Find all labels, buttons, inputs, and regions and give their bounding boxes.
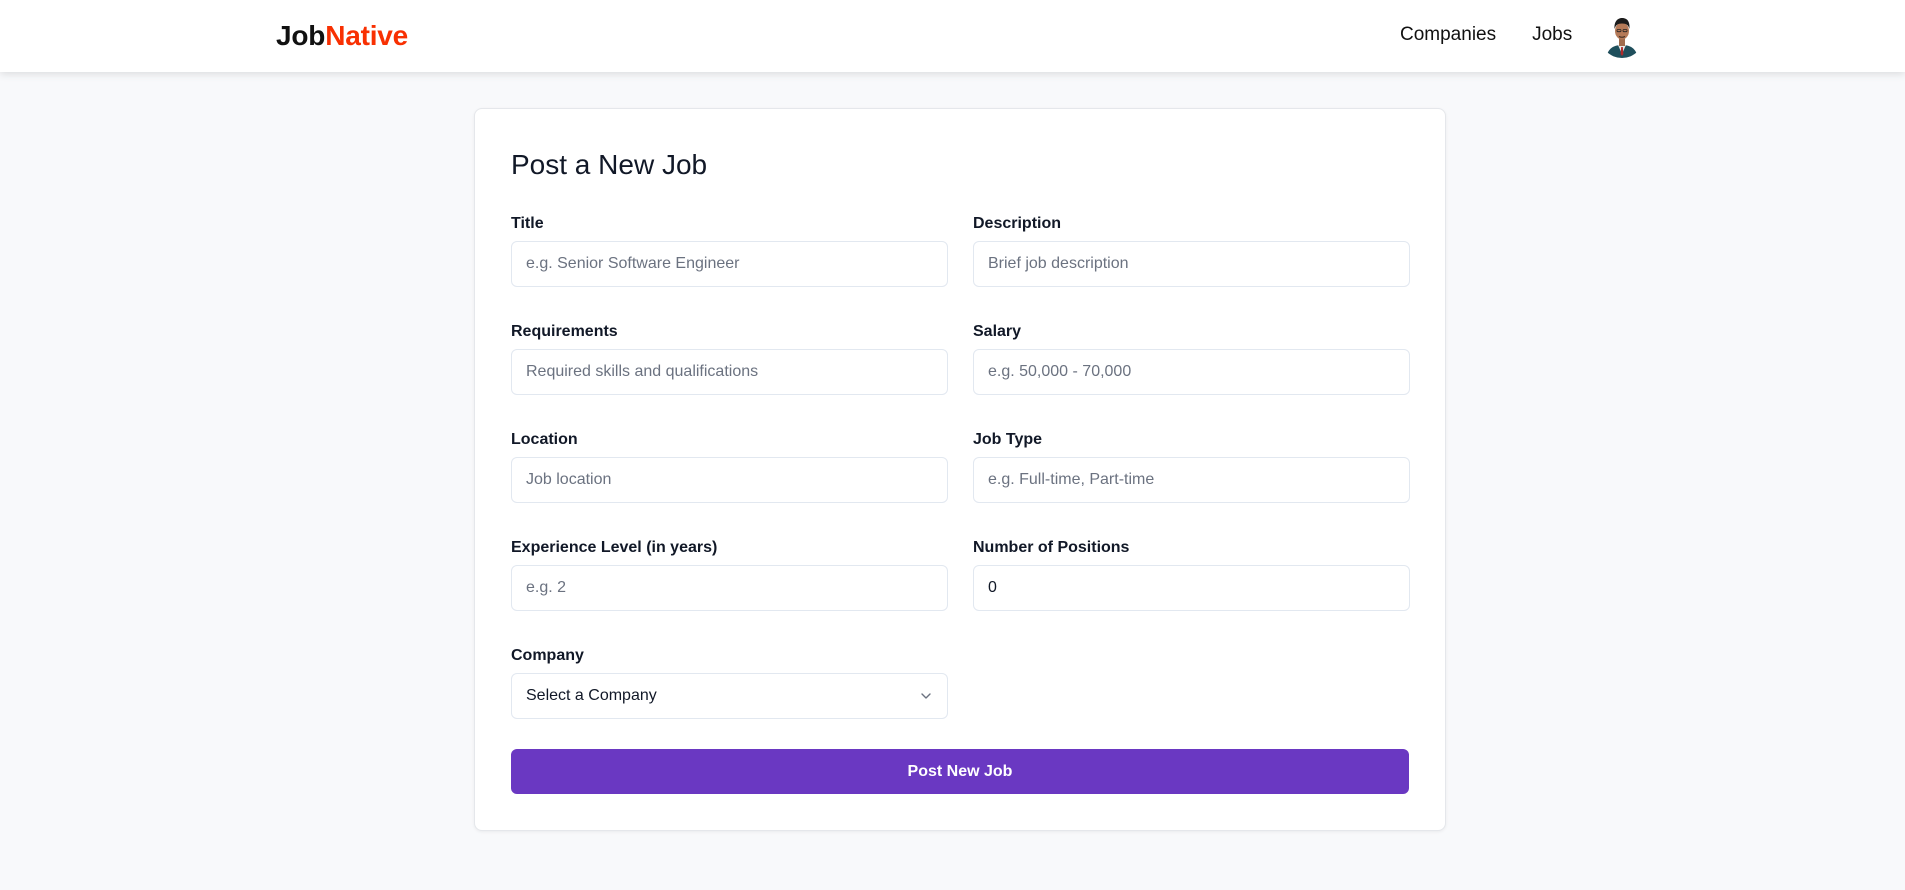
title-field-group: Title: [511, 214, 948, 287]
description-input[interactable]: [973, 241, 1410, 287]
job-type-label: Job Type: [973, 431, 1043, 448]
salary-label: Salary: [973, 323, 1022, 340]
job-type-input[interactable]: [973, 457, 1410, 503]
chevron-down-icon: [921, 693, 931, 699]
logo-text-native: Native: [325, 20, 409, 51]
nav-link-companies[interactable]: Companies: [1400, 24, 1496, 46]
title-input[interactable]: [511, 241, 948, 287]
navbar: JobNative Companies Jobs: [0, 0, 1905, 72]
logo[interactable]: JobNative: [276, 20, 408, 52]
job-type-field-group: Job Type: [973, 430, 1410, 503]
description-field-group: Description: [973, 214, 1410, 287]
salary-field-group: Salary: [973, 322, 1410, 395]
location-field-group: Location: [511, 430, 948, 503]
company-label: Company: [511, 647, 584, 664]
salary-input[interactable]: [973, 349, 1410, 395]
requirements-label: Requirements: [511, 323, 618, 340]
nav-links: Companies Jobs: [1400, 24, 1572, 46]
company-field-group: Company Select a Company: [511, 646, 948, 719]
logo-text-job: Job: [276, 20, 326, 51]
avatar[interactable]: [1600, 14, 1644, 58]
description-label: Description: [973, 215, 1062, 232]
post-job-card: Post a New Job Title Description Require…: [474, 108, 1446, 831]
requirements-input[interactable]: [511, 349, 948, 395]
location-input[interactable]: [511, 457, 948, 503]
nav-link-jobs[interactable]: Jobs: [1532, 24, 1572, 46]
requirements-field-group: Requirements: [511, 322, 948, 395]
title-label: Title: [511, 215, 544, 232]
positions-input[interactable]: [973, 565, 1410, 611]
page-title: Post a New Job: [511, 149, 708, 180]
experience-field-group: Experience Level (in years): [511, 538, 948, 611]
location-label: Location: [511, 431, 578, 448]
positions-label: Number of Positions: [973, 539, 1130, 556]
positions-field-group: Number of Positions: [973, 538, 1410, 611]
company-select-value: Select a Company: [526, 687, 657, 704]
experience-input[interactable]: [511, 565, 948, 611]
company-select[interactable]: Select a Company: [511, 673, 948, 719]
post-new-job-button[interactable]: Post New Job: [511, 749, 1409, 794]
user-avatar-icon: [1600, 14, 1644, 58]
experience-label: Experience Level (in years): [511, 539, 718, 556]
